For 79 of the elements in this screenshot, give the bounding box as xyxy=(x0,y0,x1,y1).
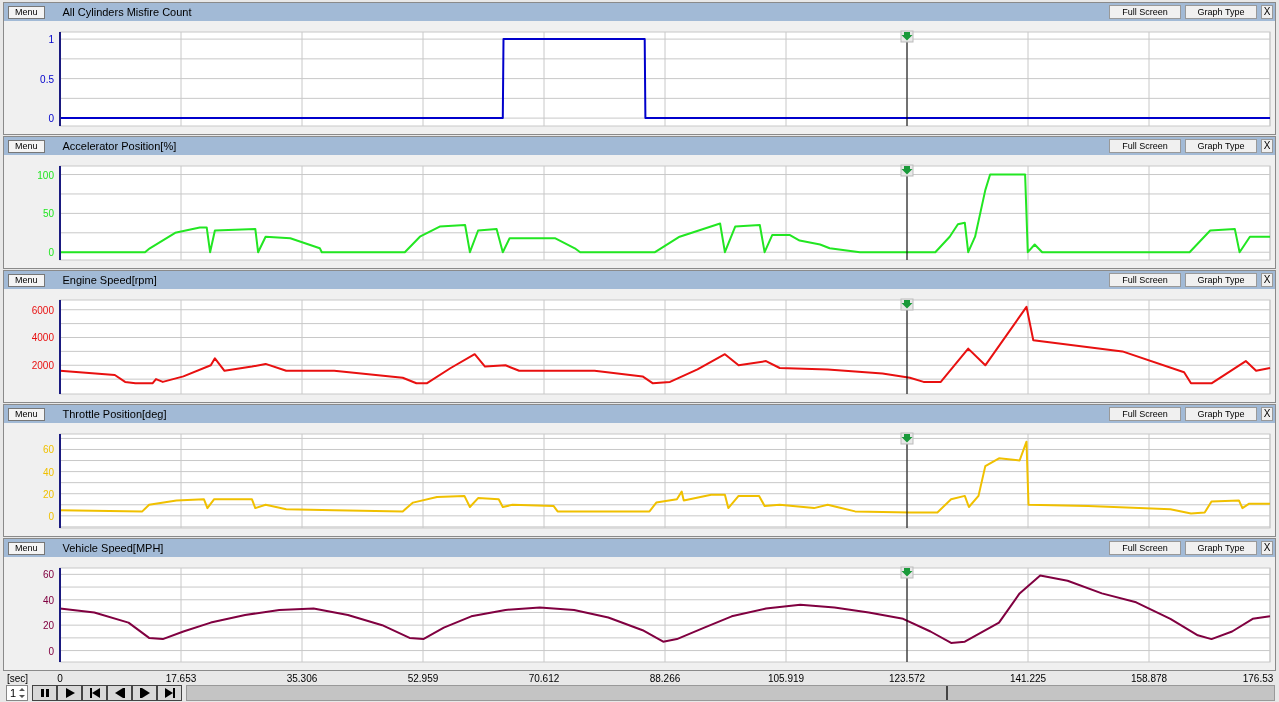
last-button[interactable] xyxy=(157,685,182,701)
menu-button[interactable]: Menu xyxy=(8,407,45,421)
x-tick-label: 123.572 xyxy=(888,673,926,684)
header-button[interactable]: Graph Type xyxy=(1185,139,1257,153)
play-icon xyxy=(64,688,75,698)
skip-end-icon xyxy=(164,688,175,698)
x-tick-label: 158.878 xyxy=(1130,673,1168,684)
spin-arrows-icon[interactable] xyxy=(18,686,26,700)
axis-unit-label: [sec] xyxy=(7,673,29,684)
y-tick-label: 0 xyxy=(48,113,54,125)
y-tick-label: 20 xyxy=(42,488,54,500)
first-button[interactable] xyxy=(82,685,107,701)
y-tick-label: 40 xyxy=(42,466,54,478)
header-button[interactable]: Full Screen xyxy=(1109,273,1181,287)
playback-slider[interactable] xyxy=(186,685,1275,701)
cursor-marker-icon[interactable] xyxy=(900,566,914,579)
y-tick-label: 0 xyxy=(48,510,54,522)
pause-icon xyxy=(39,688,50,698)
close-button[interactable]: X xyxy=(1261,273,1273,287)
y-tick-label: 0 xyxy=(48,247,54,259)
graph-title: Vehicle Speed[MPH] xyxy=(62,542,164,554)
cursor-line[interactable] xyxy=(906,41,908,127)
close-button[interactable]: X xyxy=(1261,5,1273,19)
close-button[interactable]: X xyxy=(1261,541,1273,555)
speed-spin-box[interactable]: 1 xyxy=(6,685,28,701)
menu-button[interactable]: Menu xyxy=(8,5,45,19)
y-tick-label: 60 xyxy=(42,569,54,581)
header-button[interactable]: Full Screen xyxy=(1109,407,1181,421)
menu-button[interactable]: Menu xyxy=(8,541,45,555)
step-back-icon xyxy=(114,688,125,698)
pause-button[interactable] xyxy=(32,685,57,701)
x-tick-label: 17.653 xyxy=(165,673,197,684)
y-tick-label: 0 xyxy=(48,645,54,657)
header-button[interactable]: Full Screen xyxy=(1109,5,1181,19)
header-button[interactable]: Full Screen xyxy=(1109,139,1181,153)
y-tick-label: 60 xyxy=(42,444,54,456)
graph-title: Engine Speed[rpm] xyxy=(62,274,157,286)
x-tick-label: 35.306 xyxy=(286,673,318,684)
y-tick-label: 1 xyxy=(48,34,54,46)
graph-title: Accelerator Position[%] xyxy=(62,140,177,152)
y-tick-label: 100 xyxy=(37,169,54,181)
header-button[interactable]: Full Screen xyxy=(1109,541,1181,555)
x-tick-label: 0 xyxy=(57,673,63,684)
menu-button[interactable]: Menu xyxy=(8,139,45,153)
graph-title: All Cylinders Misfire Count xyxy=(62,6,192,18)
cursor-marker-icon[interactable] xyxy=(900,30,914,43)
cursor-line[interactable] xyxy=(906,175,908,261)
cursor-line[interactable] xyxy=(906,577,908,663)
skip-start-icon xyxy=(89,688,100,698)
cursor-marker-icon[interactable] xyxy=(900,432,914,445)
close-button[interactable]: X xyxy=(1261,407,1273,421)
header-button[interactable]: Graph Type xyxy=(1185,407,1257,421)
x-tick-label: 176.53 xyxy=(1242,673,1274,684)
header-button[interactable]: Graph Type xyxy=(1185,5,1257,19)
close-button[interactable]: X xyxy=(1261,139,1273,153)
cursor-marker-icon[interactable] xyxy=(900,298,914,311)
menu-button[interactable]: Menu xyxy=(8,273,45,287)
x-tick-label: 88.266 xyxy=(649,673,681,684)
x-tick-label: 52.959 xyxy=(407,673,439,684)
y-tick-label: 0.5 xyxy=(40,73,54,85)
x-tick-label: 105.919 xyxy=(767,673,805,684)
x-tick-label: 141.225 xyxy=(1009,673,1047,684)
cursor-line[interactable] xyxy=(906,309,908,395)
cursor-marker-icon[interactable] xyxy=(900,164,914,177)
step-forward-icon xyxy=(139,688,150,698)
y-tick-label: 40 xyxy=(42,594,54,606)
y-tick-label: 2000 xyxy=(31,360,54,372)
x-tick-label: 70.612 xyxy=(528,673,560,684)
step-back-button[interactable] xyxy=(107,685,132,701)
cursor-line[interactable] xyxy=(906,443,908,529)
step-forward-button[interactable] xyxy=(132,685,157,701)
y-tick-label: 4000 xyxy=(31,332,54,344)
y-tick-label: 20 xyxy=(42,620,54,632)
header-button[interactable]: Graph Type xyxy=(1185,273,1257,287)
play-button[interactable] xyxy=(57,685,82,701)
y-tick-label: 50 xyxy=(42,208,54,220)
y-tick-label: 6000 xyxy=(31,304,54,316)
graph-title: Throttle Position[deg] xyxy=(62,408,167,420)
header-button[interactable]: Graph Type xyxy=(1185,541,1257,555)
